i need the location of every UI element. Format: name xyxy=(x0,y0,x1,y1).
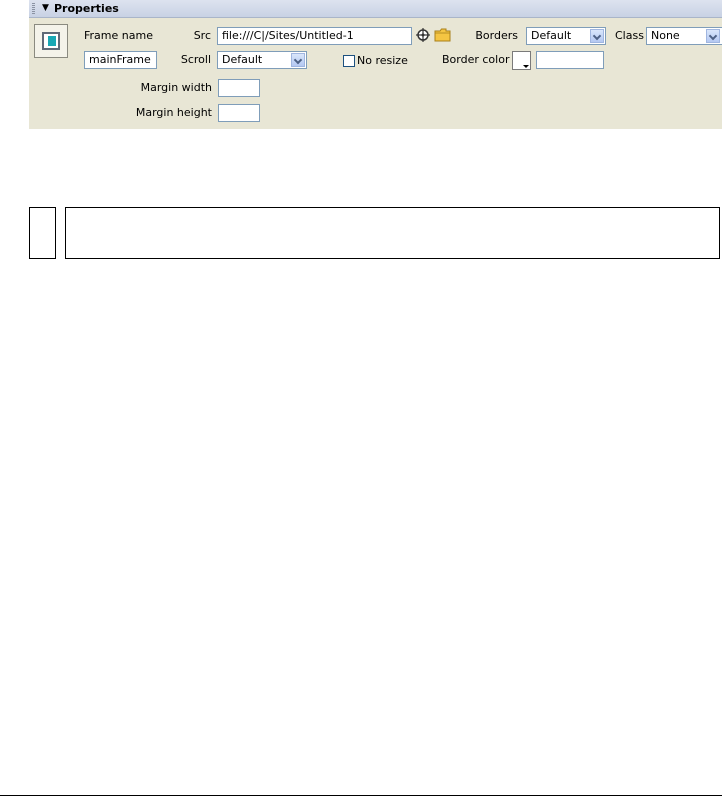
chevron-down-icon[interactable] xyxy=(291,53,305,67)
src-label: Src xyxy=(193,29,211,42)
margin-height-input[interactable] xyxy=(218,104,260,122)
chevron-down-icon[interactable] xyxy=(706,29,720,43)
panel-titlebar[interactable]: ▼ Properties xyxy=(29,0,722,18)
folder-icon[interactable] xyxy=(434,28,451,42)
borders-select[interactable]: Default xyxy=(526,27,606,45)
borders-label: Borders xyxy=(475,29,518,42)
frame-preview-left xyxy=(29,207,56,259)
chevron-down-icon[interactable] xyxy=(590,29,604,43)
panel-title: Properties xyxy=(54,2,119,15)
src-input[interactable]: file:///C|/Sites/Untitled-1 xyxy=(217,27,412,45)
grip-icon[interactable] xyxy=(32,3,35,14)
frame-preview-main xyxy=(65,207,720,259)
margin-width-input[interactable] xyxy=(218,79,260,97)
no-resize-checkbox[interactable] xyxy=(343,55,355,67)
border-color-label: Border color xyxy=(442,53,510,66)
margin-height-label: Margin height xyxy=(135,106,212,119)
frame-icon xyxy=(34,24,68,58)
class-label: Class xyxy=(615,29,644,42)
scroll-select[interactable]: Default xyxy=(217,51,307,69)
no-resize-label: No resize xyxy=(357,54,408,67)
frame-name-input[interactable]: mainFrame xyxy=(84,51,157,69)
margin-width-label: Margin width xyxy=(140,81,212,94)
class-selected-value: None xyxy=(651,29,680,42)
properties-panel: ▼ Properties Frame name Src file:///C|/S… xyxy=(29,0,722,129)
borders-selected-value: Default xyxy=(531,29,572,42)
class-select[interactable]: None xyxy=(646,27,722,45)
border-color-input[interactable] xyxy=(536,51,604,69)
crosshair-icon[interactable] xyxy=(416,28,430,42)
collapse-triangle-icon[interactable]: ▼ xyxy=(42,1,49,16)
scroll-selected-value: Default xyxy=(222,53,263,66)
scroll-label: Scroll xyxy=(180,53,211,66)
border-color-swatch[interactable] xyxy=(512,51,531,70)
frame-name-label: Frame name xyxy=(84,29,153,42)
